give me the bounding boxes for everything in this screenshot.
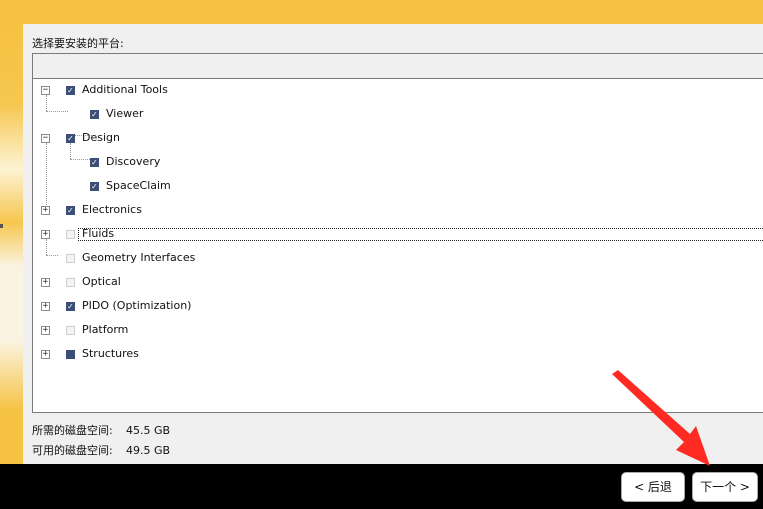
minus-box-icon[interactable]: − bbox=[41, 134, 50, 143]
tree-row[interactable]: ✓ Discovery bbox=[33, 151, 763, 175]
tree-header bbox=[33, 54, 763, 79]
section-label: 选择要安装的平台: bbox=[32, 37, 124, 50]
plus-box-icon[interactable]: + bbox=[41, 230, 50, 239]
tree-item-label: SpaceClaim bbox=[106, 179, 171, 192]
checkbox[interactable] bbox=[66, 350, 75, 359]
checkbox[interactable]: ✓ bbox=[90, 158, 99, 167]
tree-row[interactable]: + Optical bbox=[33, 271, 763, 295]
tree-row[interactable]: ✓ Viewer bbox=[33, 103, 763, 127]
tree-row[interactable]: − ✓ Design bbox=[33, 127, 763, 151]
annotation-arrow-icon bbox=[612, 370, 710, 466]
checkbox[interactable]: ✓ bbox=[90, 110, 99, 119]
checkbox[interactable]: ✓ bbox=[66, 206, 75, 215]
checkbox[interactable] bbox=[66, 278, 75, 287]
available-space-row: 可用的磁盘空间: 49.5 GB bbox=[32, 442, 170, 458]
tree-body: − ✓ Additional Tools ✓ Viewer − ✓ Design ✓ Discov… bbox=[33, 79, 763, 412]
tree-row[interactable]: + Platform bbox=[33, 319, 763, 343]
plus-box-icon[interactable]: + bbox=[41, 206, 50, 215]
required-space-value: 45.5 GB bbox=[126, 424, 171, 437]
checkbox[interactable]: ✓ bbox=[66, 86, 75, 95]
tree-item-label: Electronics bbox=[82, 203, 142, 216]
back-button[interactable]: < 后退 bbox=[621, 472, 685, 502]
focus-rectangle bbox=[78, 228, 763, 241]
tree-item-label: Structures bbox=[82, 347, 139, 360]
tree-item-label: Additional Tools bbox=[82, 83, 168, 96]
checkbox[interactable]: ✓ bbox=[90, 182, 99, 191]
checkbox[interactable] bbox=[66, 254, 75, 263]
tree-row[interactable]: − ✓ Additional Tools bbox=[33, 79, 763, 103]
plus-box-icon[interactable]: + bbox=[41, 326, 50, 335]
checkbox[interactable]: ✓ bbox=[66, 302, 75, 311]
checkbox[interactable]: ✓ bbox=[66, 134, 75, 143]
tree-item-label: Fluids bbox=[82, 227, 115, 240]
plus-box-icon[interactable]: + bbox=[41, 278, 50, 287]
available-space-label: 可用的磁盘空间: bbox=[32, 444, 113, 457]
plus-box-icon[interactable]: + bbox=[41, 350, 50, 359]
next-button[interactable]: 下一个 > bbox=[692, 472, 758, 502]
plus-box-icon[interactable]: + bbox=[41, 302, 50, 311]
tree-item-label: PIDO (Optimization) bbox=[82, 299, 192, 312]
platform-tree: − ✓ Additional Tools ✓ Viewer − ✓ Design ✓ Discov… bbox=[32, 53, 763, 413]
tree-item-label: Design bbox=[82, 131, 120, 144]
tree-item-label: Discovery bbox=[106, 155, 161, 168]
minus-box-icon[interactable]: − bbox=[41, 86, 50, 95]
tree-item-label: Optical bbox=[82, 275, 121, 288]
required-space-row: 所需的磁盘空间: 45.5 GB bbox=[32, 422, 170, 438]
tree-item-label: Viewer bbox=[106, 107, 144, 120]
tree-row[interactable]: + ✓ Electronics bbox=[33, 199, 763, 223]
left-decoration bbox=[0, 24, 23, 464]
tree-row[interactable]: ✓ SpaceClaim bbox=[33, 175, 763, 199]
tree-row[interactable]: + Fluids bbox=[33, 223, 763, 247]
tree-row[interactable]: + ✓ PIDO (Optimization) bbox=[33, 295, 763, 319]
checkbox[interactable] bbox=[66, 326, 75, 335]
required-space-label: 所需的磁盘空间: bbox=[32, 424, 113, 437]
tree-row[interactable]: + Structures bbox=[33, 343, 763, 367]
tree-item-label: Geometry Interfaces bbox=[82, 251, 196, 264]
left-marker bbox=[0, 224, 3, 228]
checkbox[interactable] bbox=[66, 230, 75, 239]
tree-row[interactable]: Geometry Interfaces bbox=[33, 247, 763, 271]
top-banner bbox=[0, 0, 763, 24]
tree-item-label: Platform bbox=[82, 323, 129, 336]
available-space-value: 49.5 GB bbox=[126, 444, 171, 457]
